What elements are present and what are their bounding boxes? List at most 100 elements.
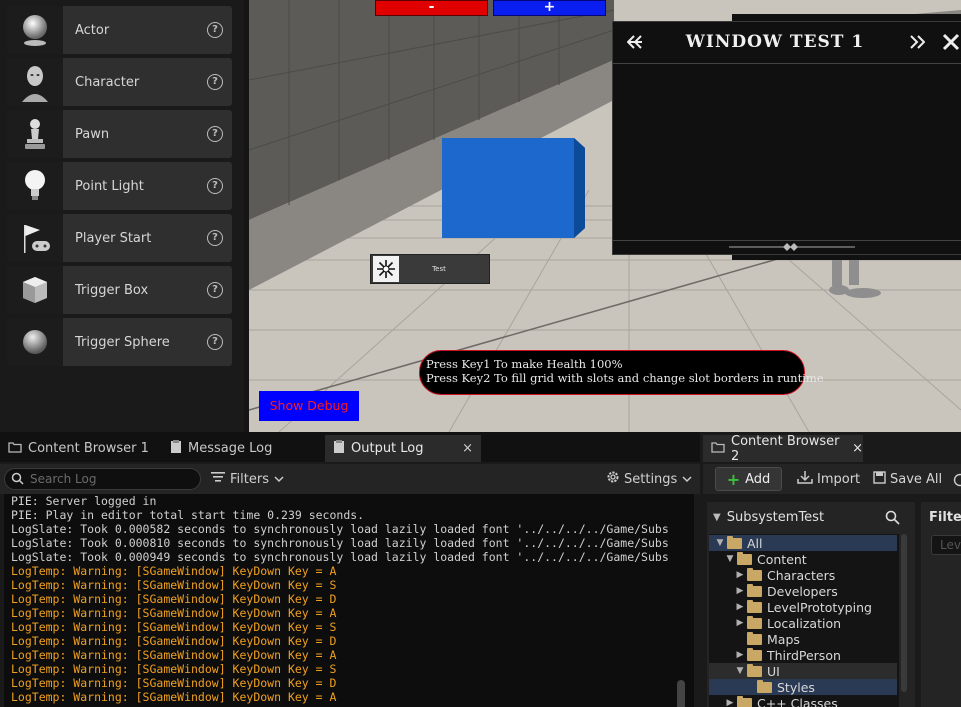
log-line-warning: LogTemp: Warning: [SGameWindow] KeyDown … [11, 620, 337, 634]
close-icon[interactable]: × [462, 441, 473, 456]
tree-item-ui[interactable]: ▼ UI [709, 663, 897, 679]
tab-content-browser-1[interactable]: Content Browser 1 [0, 435, 160, 462]
tree-item-maps[interactable]: Maps [709, 631, 897, 647]
expand-arrow-icon[interactable]: ▼ [715, 538, 725, 548]
tree-item-label: Content [757, 551, 807, 567]
tree-item-all[interactable]: ▼ All [709, 535, 897, 551]
log-line-warning: LogTemp: Warning: [SGameWindow] KeyDown … [11, 606, 337, 620]
level-viewport[interactable]: - + Test Press Key1 To make Health 100% … [249, 0, 961, 432]
tab-message-log[interactable]: Message Log [162, 435, 322, 462]
source-tree-panel: ▼ SubsystemTest ▼ All ▼ Content ▶ Character… [707, 502, 915, 707]
filters-heading: Filters [929, 510, 961, 525]
chevron-left-icon[interactable] [626, 34, 643, 54]
expand-arrow-icon[interactable]: ▶ [735, 618, 745, 628]
chevron-right-icon[interactable] [909, 34, 926, 54]
collapse-arrow-icon[interactable]: ▼ [713, 512, 721, 523]
tree-item-developers[interactable]: ▶ Developers [709, 583, 897, 599]
place-item-actor[interactable]: Actor ? [7, 6, 232, 54]
tree-item-styles[interactable]: Styles [709, 679, 897, 695]
close-icon[interactable] [941, 32, 961, 56]
folder-icon [747, 615, 762, 629]
decrease-health-button[interactable]: - [375, 0, 488, 16]
output-log-text[interactable]: PIE: Server logged in PIE: Play in edito… [4, 494, 694, 707]
tree-item-thirdperson[interactable]: ▶ ThirdPerson [709, 647, 897, 663]
expand-arrow-icon[interactable]: ▶ [725, 698, 735, 707]
place-item-label: Character [75, 74, 140, 90]
place-item-trigger-box[interactable]: Trigger Box ? [7, 266, 232, 314]
history-icon[interactable] [953, 472, 961, 491]
help-icon[interactable]: ? [207, 334, 223, 350]
filters-dropdown[interactable]: Filters [211, 468, 284, 490]
tree-item-label: Maps [767, 631, 800, 647]
tab-output-log[interactable]: Output Log × [325, 435, 481, 462]
window-titlebar[interactable]: WINDOW TEST 1 [613, 22, 961, 64]
place-item-label: Player Start [75, 230, 152, 246]
test-widget[interactable]: Test [370, 254, 490, 284]
folder-icon [747, 631, 762, 645]
folder-icon [747, 583, 762, 597]
expand-arrow-icon[interactable]: ▶ [735, 586, 745, 596]
help-icon[interactable]: ? [207, 22, 223, 38]
tree-item-content[interactable]: ▼ Content [709, 551, 897, 567]
tree-header[interactable]: ▼ SubsystemTest [707, 505, 915, 529]
folder-tab-icon [711, 441, 725, 457]
search-input[interactable] [30, 472, 190, 486]
import-icon [797, 470, 813, 488]
help-icon[interactable]: ? [207, 282, 223, 298]
content-browser-2: Content Browser 2 × + Add Import Save Al… [703, 432, 961, 707]
pawn-icon [7, 110, 63, 158]
increase-health-button[interactable]: + [493, 0, 606, 16]
import-button[interactable]: Import [797, 467, 860, 491]
tab-content-browser-2[interactable]: Content Browser 2 × [703, 434, 863, 464]
save-icon [873, 470, 886, 488]
help-icon[interactable]: ? [207, 230, 223, 246]
settings-dropdown[interactable]: Settings [606, 468, 692, 490]
window-footer [613, 240, 961, 254]
expand-arrow-icon[interactable]: ▼ [725, 554, 735, 564]
log-line: LogSlate: Took 0.000582 seconds to synch… [11, 522, 669, 536]
place-item-point-light[interactable]: Point Light ? [7, 162, 232, 210]
folder-icon [747, 663, 762, 677]
place-item-player-start[interactable]: Player Start ? [7, 214, 232, 262]
filters-input[interactable]: Lev [931, 535, 961, 555]
resize-grip-icon[interactable] [613, 242, 961, 256]
tree-item-characters[interactable]: ▶ Characters [709, 567, 897, 583]
search-icon[interactable] [885, 510, 900, 529]
expand-arrow-icon[interactable]: ▶ [735, 570, 745, 580]
folder-tree[interactable]: ▼ All ▼ Content ▶ Characters ▶ Developers ▶ L… [709, 534, 899, 707]
place-item-trigger-sphere[interactable]: Trigger Sphere ? [7, 318, 232, 366]
add-button[interactable]: + Add [715, 467, 782, 491]
tree-item-label: UI [767, 663, 780, 679]
log-line-warning: LogTemp: Warning: [SGameWindow] KeyDown … [11, 578, 337, 592]
filters-label: Filters [230, 471, 269, 487]
window-test-1[interactable]: WINDOW TEST 1 [612, 21, 961, 255]
show-debug-button[interactable]: Show Debug [259, 391, 359, 421]
expand-arrow-icon[interactable]: ▶ [735, 602, 745, 612]
expand-arrow-icon[interactable]: ▶ [735, 650, 745, 660]
tree-item-label: C++ Classes [757, 695, 838, 707]
tree-title: SubsystemTest [726, 509, 825, 525]
help-icon[interactable]: ? [207, 178, 223, 194]
expand-arrow-icon[interactable]: ▼ [735, 666, 745, 676]
output-log-toolbar: Filters Settings [0, 464, 700, 494]
tree-item-cpp-classes[interactable]: ▶ C++ Classes [709, 695, 897, 707]
tree-item-levelprototyping[interactable]: ▶ LevelPrototyping [709, 599, 897, 615]
tree-item-localization[interactable]: ▶ Localization [709, 615, 897, 631]
help-icon[interactable]: ? [207, 126, 223, 142]
log-search-box[interactable] [4, 468, 201, 490]
place-item-character[interactable]: Character ? [7, 58, 232, 106]
tab-label: Output Log [351, 441, 424, 456]
log-line: LogSlate: Took 0.000810 seconds to synch… [11, 536, 669, 550]
log-line-warning: LogTemp: Warning: [SGameWindow] KeyDown … [11, 648, 337, 662]
test-widget-label: Test [432, 265, 446, 273]
tree-scrollbar[interactable] [901, 534, 907, 692]
save-all-button[interactable]: Save All [873, 467, 942, 491]
place-item-pawn[interactable]: Pawn ? [7, 110, 232, 158]
burst-icon [373, 256, 399, 282]
plus-icon: + [726, 469, 741, 489]
close-icon[interactable]: × [852, 441, 863, 456]
place-item-label: Pawn [75, 126, 110, 142]
log-line-warning: LogTemp: Warning: [SGameWindow] KeyDown … [11, 690, 337, 704]
log-scrollbar[interactable] [677, 680, 685, 707]
help-icon[interactable]: ? [207, 74, 223, 90]
